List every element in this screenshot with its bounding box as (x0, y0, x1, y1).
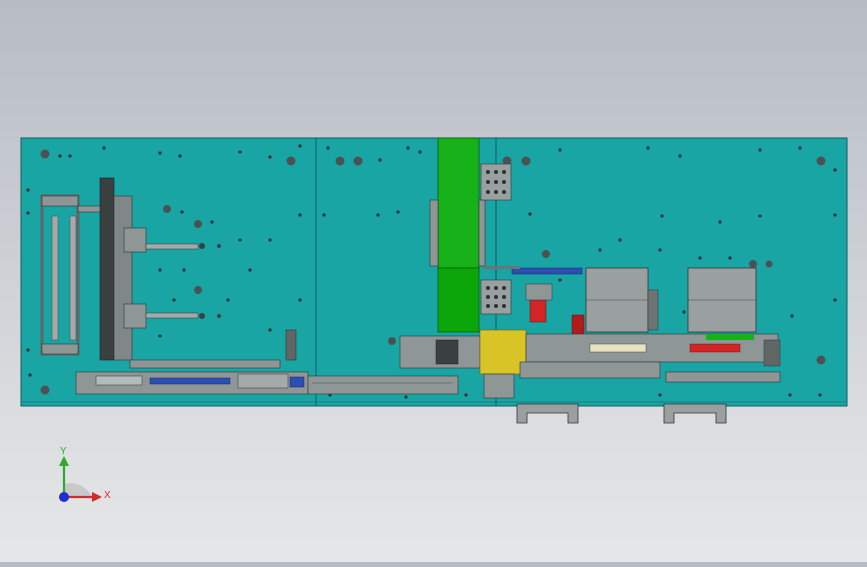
green-tower[interactable] (429, 137, 486, 333)
x-axis-label: X (104, 490, 111, 501)
cad-graphics-area[interactable]: Y X (0, 0, 867, 562)
y-axis-label: Y (60, 446, 67, 457)
z-axis-dot (59, 492, 69, 502)
assembly-drawing[interactable]: Y X (0, 0, 867, 562)
right-shaft-assembly[interactable] (519, 333, 781, 383)
coordinate-triad: Y X (59, 446, 111, 502)
mounting-feet (516, 403, 727, 424)
